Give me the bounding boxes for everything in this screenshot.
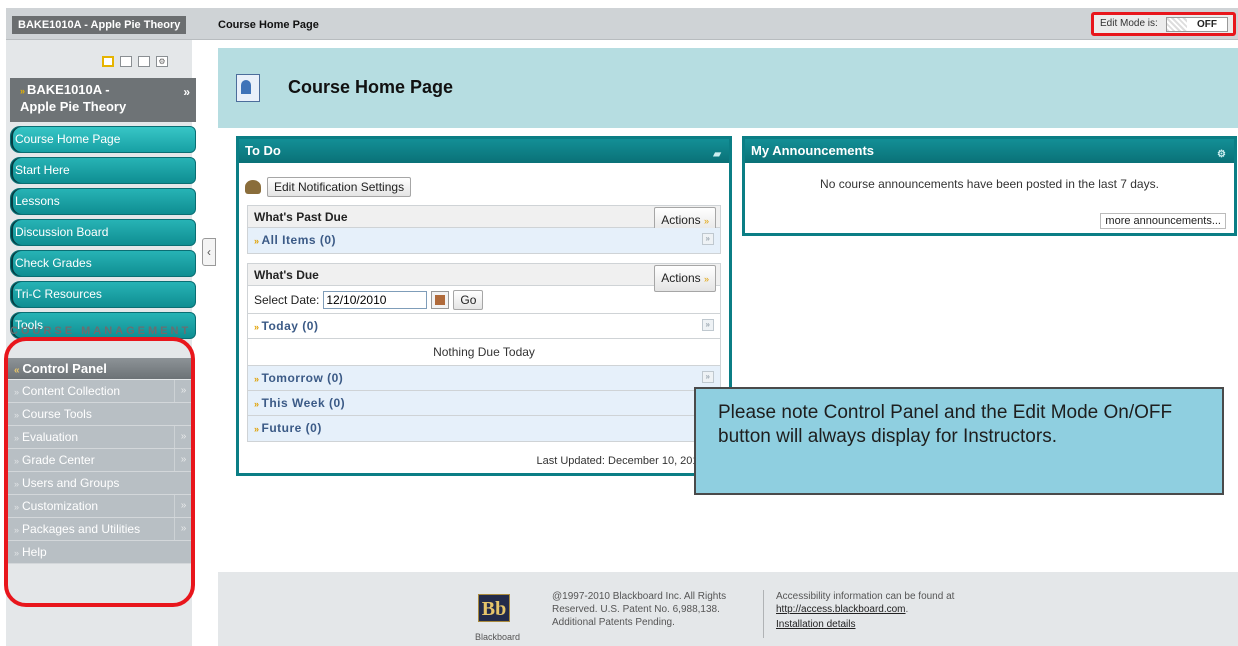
- chevron-down-icon: »: [254, 399, 260, 409]
- announcements-title: My Announcements: [751, 143, 875, 158]
- top-bar: BAKE1010A - Apple Pie Theory Course Home…: [6, 8, 1238, 40]
- menu-item-check-grades[interactable]: Check Grades: [10, 250, 196, 277]
- edit-mode-label: Edit Mode is:: [1100, 18, 1158, 29]
- instructor-note-callout: Please note Control Panel and the Edit M…: [694, 387, 1224, 495]
- collapse-icon[interactable]: ‹: [202, 238, 216, 266]
- this-week-row[interactable]: » This Week (0): [248, 391, 720, 416]
- expand-row-icon[interactable]: »: [702, 371, 714, 383]
- future-row[interactable]: » Future (0): [248, 416, 720, 441]
- course-title[interactable]: » BAKE1010A - Apple Pie Theory »: [10, 78, 196, 122]
- announcements-header: My Announcements ⚙: [745, 139, 1234, 163]
- expand-arrow-icon[interactable]: »: [183, 84, 190, 100]
- menu-item-start-here[interactable]: Start Here: [10, 157, 196, 184]
- actions-label: Actions: [661, 271, 701, 285]
- todo-title: To Do: [245, 143, 281, 158]
- gear-icon[interactable]: ⚙: [1217, 143, 1226, 167]
- expand-row-icon[interactable]: »: [702, 233, 714, 245]
- bullet-icon: »: [20, 86, 26, 96]
- tomorrow-row[interactable]: » Tomorrow (0)»: [248, 366, 720, 391]
- more-announcements-button[interactable]: more announcements...: [1100, 213, 1226, 229]
- todo-module: To Do ▰ Edit Notification Settings What'…: [236, 136, 732, 476]
- past-due-title: What's Past Due: [254, 210, 348, 224]
- edit-mode-switch[interactable]: OFF: [1166, 17, 1228, 32]
- chevron-down-icon: »: [703, 216, 709, 226]
- due-section: What's Due Actions » Select Date: Go »To…: [247, 263, 721, 442]
- menu-item-tri-c-resources[interactable]: Tri-C Resources: [10, 281, 196, 308]
- footer: Bb Blackboard @1997-2010 Blackboard Inc.…: [218, 572, 1238, 646]
- view-window-icon[interactable]: [138, 56, 150, 67]
- view-list-icon[interactable]: [102, 56, 114, 67]
- edit-mode-value: OFF: [1197, 19, 1217, 30]
- due-title: What's Due: [254, 268, 319, 282]
- todo-module-header: To Do ▰: [239, 139, 729, 163]
- select-date-label: Select Date:: [254, 292, 320, 307]
- installation-details-link[interactable]: Installation details: [776, 618, 954, 631]
- all-items-label: All Items (0): [261, 233, 337, 247]
- footer-divider: [763, 590, 764, 638]
- past-due-section: What's Past Due Actions » » All Items (0)…: [247, 205, 721, 254]
- settings-icon[interactable]: ⚙: [156, 56, 168, 67]
- course-title-line1: BAKE1010A -: [27, 82, 110, 97]
- accessibility-text: Accessibility information can be found a…: [776, 591, 955, 602]
- course-page-icon: [236, 74, 260, 102]
- chevron-up-icon: »: [254, 322, 260, 332]
- module-options-icon[interactable]: ▰: [713, 143, 721, 167]
- menu-item-discussion-board[interactable]: Discussion Board: [10, 219, 196, 246]
- announcements-module: My Announcements ⚙ No course announcemen…: [742, 136, 1237, 236]
- notification-row: Edit Notification Settings: [245, 177, 412, 197]
- chevron-down-icon: »: [254, 424, 260, 434]
- past-due-header: What's Past Due Actions »: [248, 206, 720, 234]
- course-title-line2: Apple Pie Theory: [20, 99, 127, 114]
- calendar-icon[interactable]: [431, 290, 450, 309]
- menu-view-controls: ⚙: [102, 56, 168, 67]
- breadcrumb: Course Home Page: [218, 19, 319, 31]
- actions-label: Actions: [661, 213, 701, 227]
- actions-button[interactable]: Actions »: [654, 265, 716, 292]
- expand-row-icon[interactable]: »: [702, 319, 714, 331]
- today-row[interactable]: » Today (0)»: [248, 314, 720, 339]
- tomorrow-label: Tomorrow (0): [261, 371, 344, 385]
- highlight-outline: [4, 337, 195, 607]
- nothing-due-message: Nothing Due Today: [248, 339, 720, 366]
- edit-notifications-button[interactable]: Edit Notification Settings: [267, 177, 412, 197]
- toggle-hatch-icon: [1167, 18, 1187, 31]
- course-management-title: COURSE MANAGEMENT: [10, 325, 192, 337]
- future-label: Future (0): [261, 421, 322, 435]
- notification-icon: [245, 180, 261, 194]
- go-button[interactable]: Go: [453, 289, 484, 310]
- last-updated: Last Updated: December 10, 2010 4:0: [536, 455, 723, 467]
- chevron-down-icon: »: [254, 374, 260, 384]
- date-form: Select Date: Go: [248, 286, 720, 314]
- announcements-body: No course announcements have been posted…: [820, 177, 1159, 191]
- blackboard-name: Blackboard: [475, 632, 521, 642]
- blackboard-logo[interactable]: Bb: [478, 594, 510, 622]
- this-week-label: This Week (0): [261, 396, 346, 410]
- view-folder-icon[interactable]: [120, 56, 132, 67]
- date-input[interactable]: [323, 290, 428, 309]
- edit-mode-toggle[interactable]: Edit Mode is: OFF: [1091, 12, 1236, 36]
- today-label: Today (0): [261, 319, 319, 333]
- menu-item-lessons[interactable]: Lessons: [10, 188, 196, 215]
- all-items-row[interactable]: » All Items (0)»: [248, 228, 720, 253]
- chevron-down-icon: »: [703, 274, 709, 284]
- accessibility-info: Accessibility information can be found a…: [776, 590, 954, 631]
- menu-item-course-home-page[interactable]: Course Home Page: [10, 126, 196, 153]
- page-header: Course Home Page: [218, 48, 1238, 128]
- course-tab[interactable]: BAKE1010A - Apple Pie Theory: [12, 16, 187, 34]
- page-title: Course Home Page: [288, 77, 454, 97]
- chevron-down-icon: »: [254, 236, 260, 246]
- course-menu: Course Home Page Start Here Lessons Disc…: [10, 126, 196, 343]
- accessibility-link[interactable]: http://access.blackboard.com: [776, 604, 906, 615]
- due-header: What's Due Actions »: [248, 264, 720, 292]
- accessibility-period: .: [905, 604, 909, 615]
- copyright-text: @1997-2010 Blackboard Inc. All Rights Re…: [552, 591, 727, 628]
